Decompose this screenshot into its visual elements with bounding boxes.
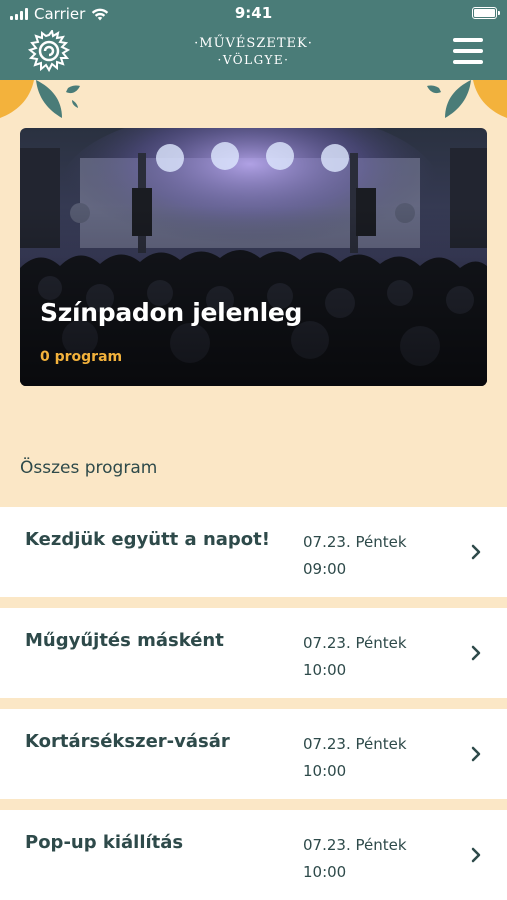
program-date: 07.23. Péntek [303, 533, 407, 551]
program-time: 10:00 [303, 762, 347, 780]
program-time: 10:00 [303, 863, 347, 881]
hamburger-menu-icon[interactable] [453, 38, 483, 64]
chevron-right-icon [471, 645, 481, 661]
hero-title: Színpadon jelenleg [40, 298, 303, 327]
program-title: Kezdjük együtt a napot! [25, 529, 270, 550]
chevron-right-icon [471, 746, 481, 762]
leaf-decoration-left [0, 80, 80, 118]
program-title: Kortársékszer-vásár [25, 731, 230, 752]
program-title: Pop-up kiállítás [25, 832, 184, 853]
program-list: Kezdjük együtt a napot! 07.23. Péntek 09… [0, 507, 507, 900]
brand-line-2: ·VÖLGYE· [217, 53, 290, 67]
program-row[interactable]: Pop-up kiállítás 07.23. Péntek 10:00 [0, 810, 507, 900]
program-date: 07.23. Péntek [303, 634, 407, 652]
program-row[interactable]: Kezdjük együtt a napot! 07.23. Péntek 09… [0, 507, 507, 597]
program-title: Műgyűjtés másként [25, 630, 224, 651]
brand-logo-text[interactable]: ·MŰVÉSZETEK· ·VÖLGYE· [0, 35, 507, 69]
section-title: Összes program [20, 458, 158, 478]
chevron-right-icon [471, 847, 481, 863]
battery-icon [472, 7, 500, 19]
brand-line-1: ·MŰVÉSZETEK· [194, 36, 313, 51]
leaf-decoration-right [427, 80, 507, 118]
app-header: Carrier 9:41 ·MŰVÉSZETEK· ·VÖLGYE· [0, 0, 507, 80]
now-on-stage-card[interactable]: Színpadon jelenleg 0 program [20, 128, 487, 386]
program-row[interactable]: Kortársékszer-vásár 07.23. Péntek 10:00 [0, 709, 507, 799]
status-time: 9:41 [234, 4, 273, 22]
status-bar: Carrier 9:41 [0, 0, 507, 28]
program-date: 07.23. Péntek [303, 836, 407, 854]
concert-crowd-image [20, 128, 487, 386]
program-time: 09:00 [303, 560, 347, 578]
program-time: 10:00 [303, 661, 347, 679]
chevron-right-icon [471, 544, 481, 560]
program-row[interactable]: Műgyűjtés másként 07.23. Péntek 10:00 [0, 608, 507, 698]
hero-program-count: 0 program [40, 349, 123, 365]
program-date: 07.23. Péntek [303, 735, 407, 753]
